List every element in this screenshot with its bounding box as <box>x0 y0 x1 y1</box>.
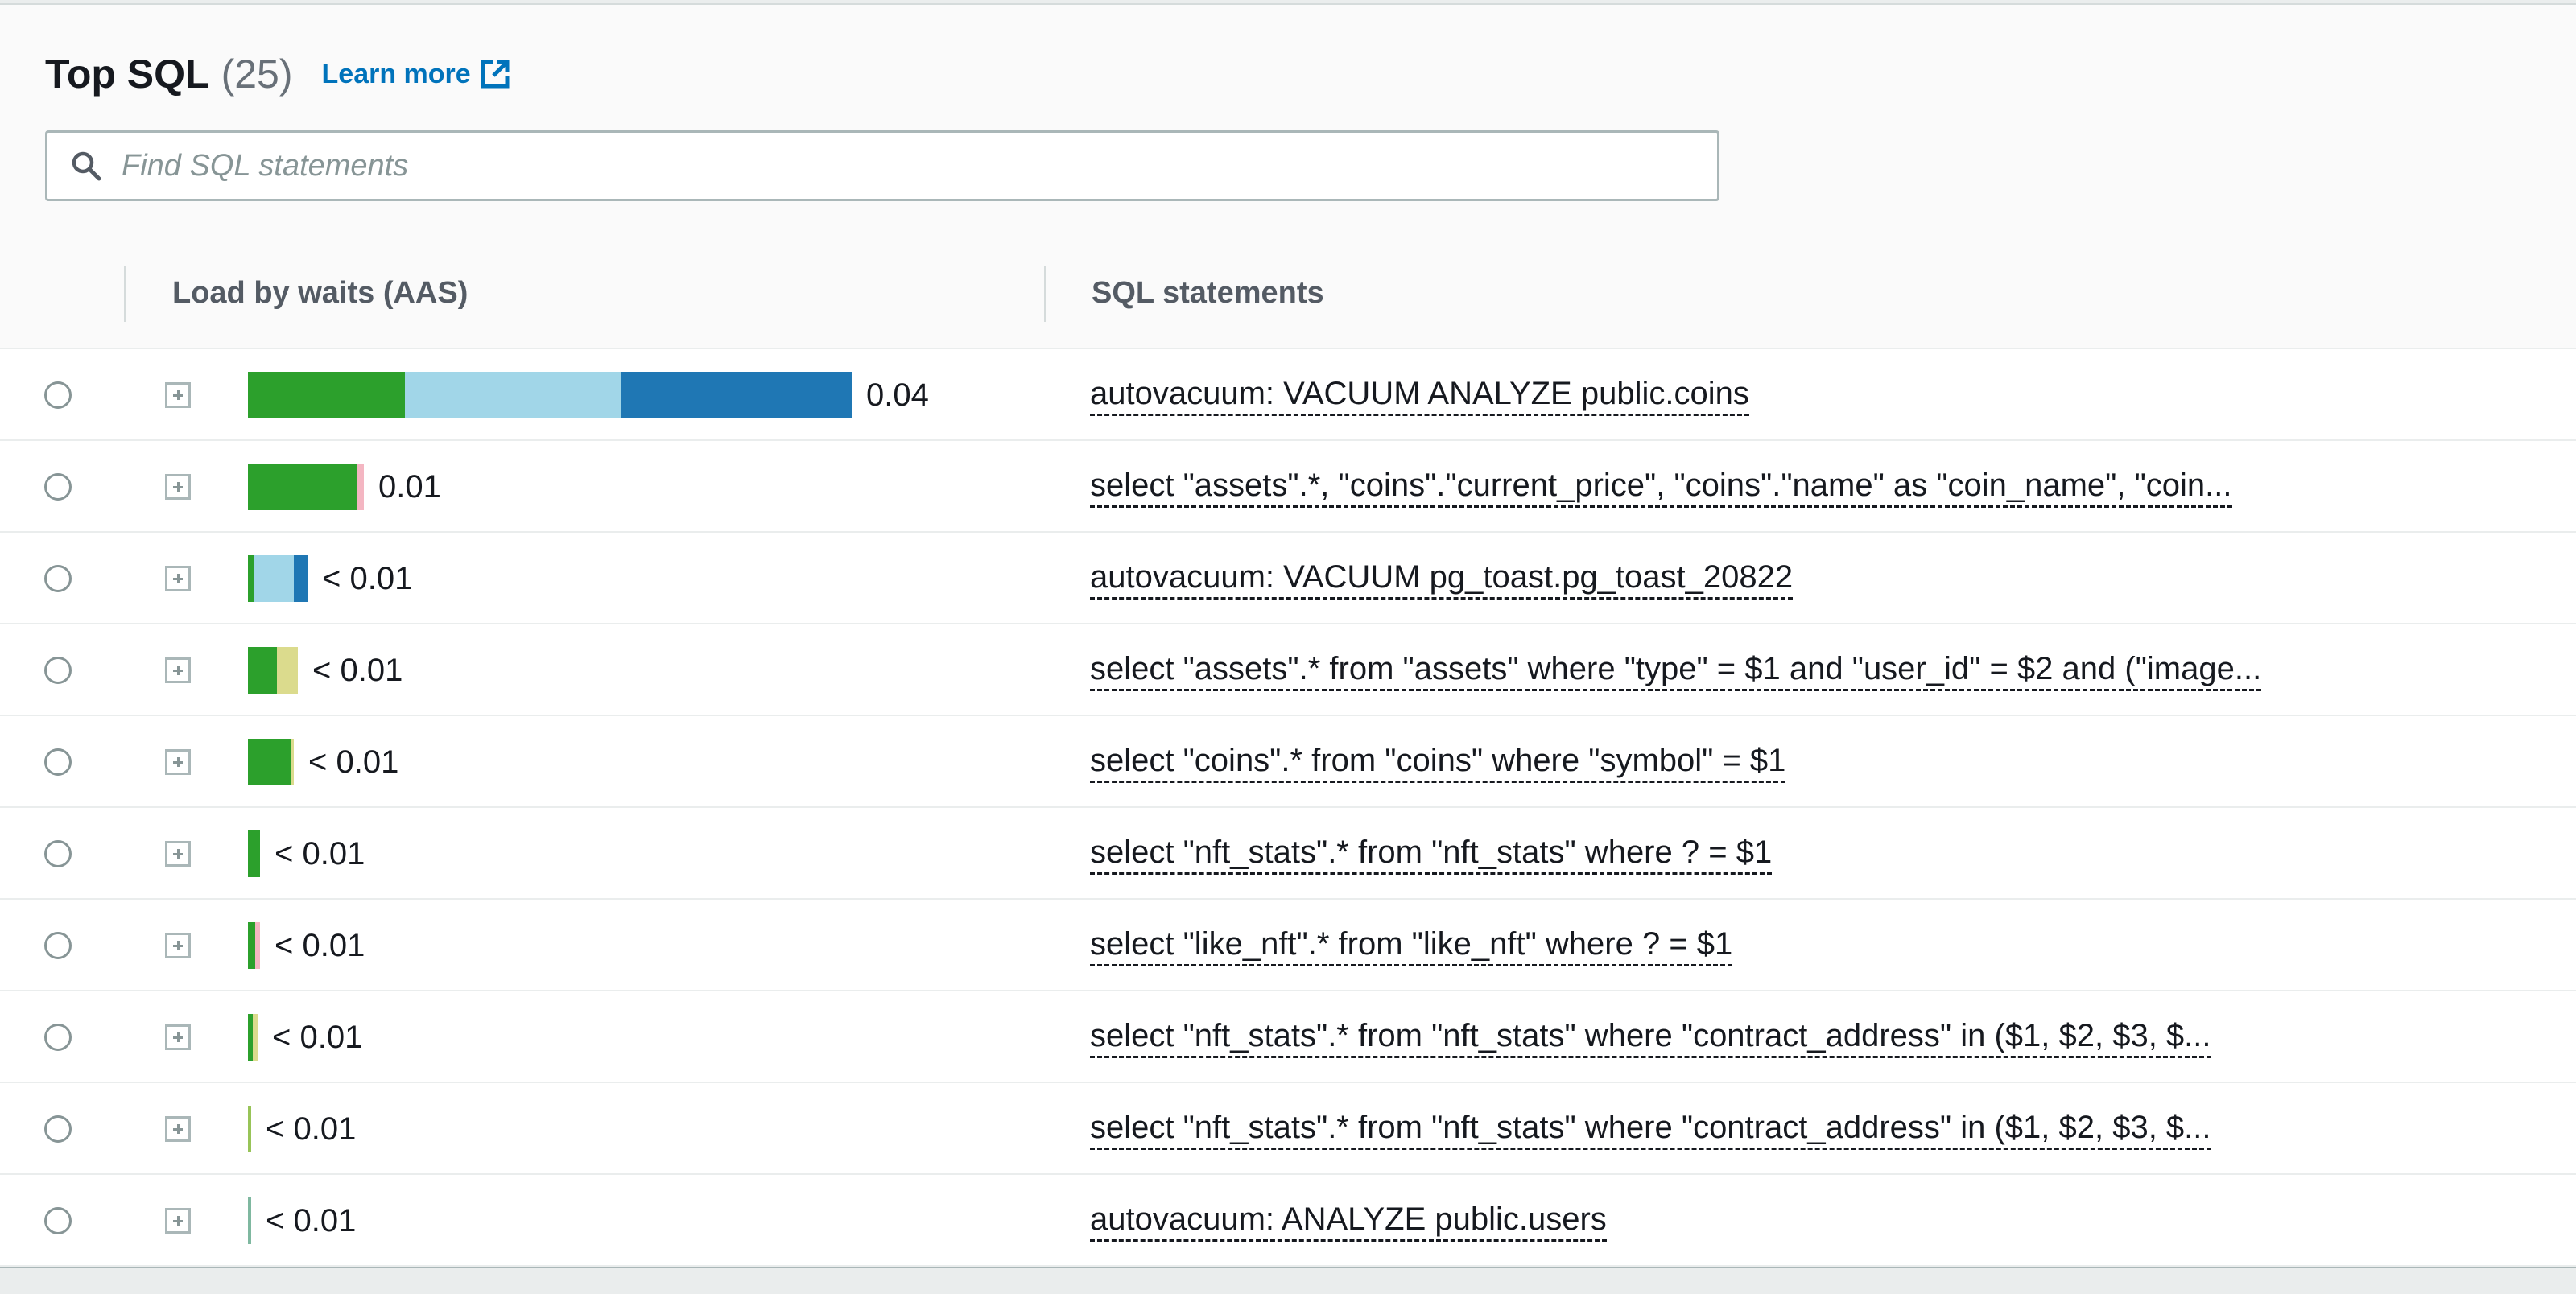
row-select-radio[interactable] <box>44 1207 72 1234</box>
load-bar-segment[interactable] <box>291 739 294 785</box>
load-value: < 0.01 <box>308 744 399 780</box>
learn-more-label: Learn more <box>321 58 471 89</box>
row-select-radio[interactable] <box>44 657 72 684</box>
table-row[interactable]: < 0.01 autovacuum: VACUUM pg_toast.pg_toa… <box>0 533 2576 624</box>
load-bar <box>248 922 260 969</box>
sql-statement-link[interactable]: autovacuum: VACUUM pg_toast.pg_toast_208… <box>1090 557 1794 600</box>
expand-row-icon[interactable] <box>165 566 191 591</box>
column-divider[interactable] <box>124 266 126 322</box>
table-row[interactable]: < 0.01 select "nft_stats".* from "nft_sta… <box>0 808 2576 900</box>
search-icon <box>72 151 101 181</box>
load-bar-segment[interactable] <box>357 464 364 510</box>
sql-statement-link[interactable]: select "nft_stats".* from "nft_stats" wh… <box>1090 832 1773 875</box>
load-bar-segment[interactable] <box>294 555 308 602</box>
column-divider[interactable] <box>1044 266 1046 322</box>
row-select-radio[interactable] <box>44 1115 72 1143</box>
sql-count: (25) <box>221 52 293 97</box>
row-select-radio[interactable] <box>44 381 72 409</box>
title-row: Top SQL (25) Learn more <box>45 50 511 98</box>
table-row[interactable]: < 0.01 select "like_nft".* from "like_nft… <box>0 900 2576 991</box>
table-row[interactable]: < 0.01 autovacuum: ANALYZE public.users <box>0 1175 2576 1267</box>
load-bar <box>248 647 298 694</box>
row-select-radio[interactable] <box>44 473 72 501</box>
load-bar <box>248 372 852 418</box>
expand-row-icon[interactable] <box>165 382 191 408</box>
load-bar-segment[interactable] <box>253 1014 258 1061</box>
load-value: < 0.01 <box>266 1203 357 1238</box>
load-value: < 0.01 <box>275 836 365 872</box>
load-bar-segment[interactable] <box>405 372 621 418</box>
external-link-icon <box>481 60 510 89</box>
load-value: < 0.01 <box>272 1020 363 1055</box>
sql-statement-link[interactable]: autovacuum: VACUUM ANALYZE public.coins <box>1090 373 1749 416</box>
table-row[interactable]: < 0.01 select "nft_stats".* from "nft_sta… <box>0 1083 2576 1175</box>
search-input[interactable] <box>120 147 1653 184</box>
top-sql-panel: Top SQL (25) Learn more Load by waits (A… <box>0 3 2576 1268</box>
load-bar <box>248 739 294 785</box>
expand-row-icon[interactable] <box>165 1024 191 1050</box>
load-bar-segment[interactable] <box>248 830 260 877</box>
expand-row-icon[interactable] <box>165 1116 191 1142</box>
load-bar-segment[interactable] <box>248 464 357 510</box>
row-select-radio[interactable] <box>44 748 72 776</box>
sql-statement-link[interactable]: select "like_nft".* from "like_nft" wher… <box>1090 924 1733 966</box>
expand-row-icon[interactable] <box>165 749 191 775</box>
search-box[interactable] <box>45 130 1719 201</box>
row-select-radio[interactable] <box>44 840 72 867</box>
load-bar <box>248 830 260 877</box>
table-row[interactable]: < 0.01 select "coins".* from "coins" wher… <box>0 716 2576 808</box>
expand-row-icon[interactable] <box>165 474 191 500</box>
row-select-radio[interactable] <box>44 565 72 592</box>
load-bar-segment[interactable] <box>621 372 852 418</box>
load-bar-segment[interactable] <box>254 555 294 602</box>
sql-statement-link[interactable]: select "nft_stats".* from "nft_stats" wh… <box>1090 1107 2211 1150</box>
load-value: 0.04 <box>866 377 929 413</box>
load-bar-segment[interactable] <box>248 372 405 418</box>
table-row[interactable]: < 0.01 select "assets".* from "assets" wh… <box>0 624 2576 716</box>
sql-statement-link[interactable]: autovacuum: ANALYZE public.users <box>1090 1199 1607 1242</box>
page-title: Top SQL <box>45 52 210 97</box>
load-bar-segment[interactable] <box>248 647 277 694</box>
load-bar-segment[interactable] <box>248 1106 251 1152</box>
load-value: < 0.01 <box>266 1111 357 1147</box>
load-bar <box>248 1197 251 1244</box>
expand-row-icon[interactable] <box>165 1208 191 1234</box>
expand-row-icon[interactable] <box>165 657 191 683</box>
load-bar-segment[interactable] <box>248 555 254 602</box>
column-header-sql[interactable]: SQL statements <box>1092 274 1324 312</box>
load-bar <box>248 1014 258 1061</box>
load-bar <box>248 464 364 510</box>
load-bar-segment[interactable] <box>248 739 291 785</box>
sql-statement-link[interactable]: select "assets".*, "coins"."current_pric… <box>1090 465 2232 508</box>
table-row[interactable]: < 0.01 select "nft_stats".* from "nft_sta… <box>0 991 2576 1083</box>
top-sql-header: Top SQL (25) Learn more <box>0 5 2576 240</box>
sql-statement-link[interactable]: select "assets".* from "assets" where "t… <box>1090 649 2262 691</box>
load-bar <box>248 555 308 602</box>
load-bar-segment[interactable] <box>248 922 255 969</box>
table-row[interactable]: 0.01 select "assets".*, "coins"."current_… <box>0 441 2576 533</box>
row-select-radio[interactable] <box>44 1024 72 1051</box>
expand-row-icon[interactable] <box>165 841 191 867</box>
load-value: < 0.01 <box>322 561 413 596</box>
load-value: < 0.01 <box>275 928 365 963</box>
expand-row-icon[interactable] <box>165 933 191 958</box>
load-bar-segment[interactable] <box>248 1197 251 1244</box>
column-header-load[interactable]: Load by waits (AAS) <box>172 274 468 312</box>
table-header: Load by waits (AAS) SQL statements <box>0 238 2576 349</box>
load-value: < 0.01 <box>312 653 403 688</box>
load-bar-segment[interactable] <box>277 647 298 694</box>
load-value: 0.01 <box>378 469 441 505</box>
row-select-radio[interactable] <box>44 932 72 959</box>
learn-more-link[interactable]: Learn more <box>322 58 511 90</box>
sql-statement-link[interactable]: select "coins".* from "coins" where "sym… <box>1090 740 1786 783</box>
sql-statement-link[interactable]: select "nft_stats".* from "nft_stats" wh… <box>1090 1016 2211 1058</box>
load-bar <box>248 1106 251 1152</box>
load-bar-segment[interactable] <box>255 922 260 969</box>
table-row[interactable]: 0.04 autovacuum: VACUUM ANALYZE public.co… <box>0 349 2576 441</box>
